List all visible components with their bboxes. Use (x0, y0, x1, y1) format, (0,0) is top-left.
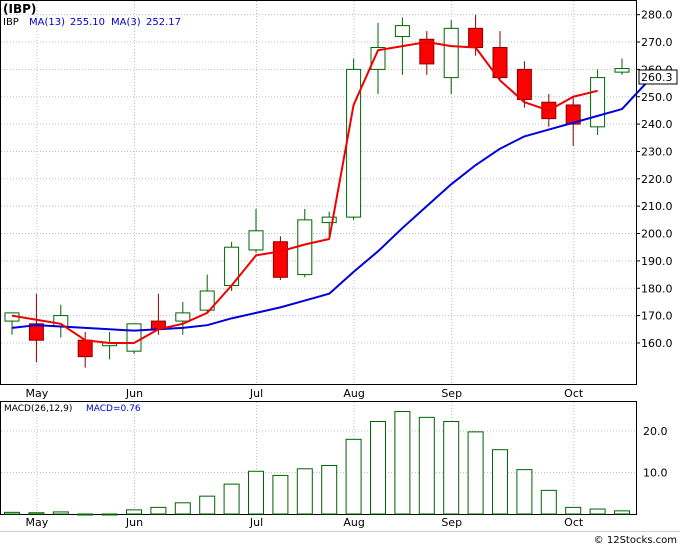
macd-bar (174, 502, 191, 515)
candle-body (175, 312, 191, 322)
macd-bar (126, 509, 142, 515)
price-tick-label: 170.0 (641, 310, 673, 323)
macd-bar (272, 474, 289, 515)
macd-bar (223, 483, 240, 515)
macd-tick-label: 10.0 (643, 467, 668, 480)
macd-month-label: Jul (249, 516, 263, 529)
macd-bar (516, 469, 533, 515)
price-tick-label: 160.0 (641, 337, 673, 350)
price-tick-label: 240.0 (641, 118, 673, 131)
candle-body (614, 68, 630, 73)
price-tick-label: 180.0 (641, 282, 673, 295)
macd-bar (52, 511, 69, 515)
macd-bar (589, 508, 606, 515)
legend-ma13-value: 255.10 (70, 17, 105, 28)
macd-bar (492, 449, 508, 515)
stock-chart: 160.0 170.0 180.0 190.0 200.0 210.0 220.0 230.0… (0, 0, 680, 546)
macd-bar (296, 468, 313, 515)
macd-bar (394, 411, 411, 515)
macd-month-label: Sep (441, 516, 462, 529)
price-panel (0, 0, 637, 385)
price-month-label: Aug (343, 387, 364, 400)
macd-label: MACD(26,12,9) (4, 404, 72, 414)
candle-body (443, 27, 459, 79)
candle-body (126, 323, 142, 352)
candle-body (297, 219, 313, 276)
macd-bar (540, 489, 557, 515)
price-tick-label: 280.0 (641, 9, 673, 22)
macd-month-label: May (26, 516, 49, 529)
candle-body (468, 27, 484, 49)
price-tick-label: 230.0 (641, 145, 673, 158)
price-tick-label: 190.0 (641, 255, 673, 268)
price-tick-label: 210.0 (641, 200, 673, 213)
price-tick-label: 200.0 (641, 228, 673, 241)
price-month-label: Jun (125, 387, 143, 400)
macd-bar (248, 470, 264, 515)
price-month-label: Oct (564, 387, 584, 400)
chart-svg: 160.0 170.0 180.0 190.0 200.0 210.0 220.0 230.0… (0, 0, 680, 546)
legend-ma3-label: MA(3) (111, 17, 141, 28)
candle-body (394, 25, 410, 38)
macd-bar (614, 510, 630, 515)
macd-bar (345, 438, 362, 515)
macd-bar (467, 431, 484, 515)
candle-body (321, 216, 337, 224)
price-tick-label: 220.0 (641, 173, 673, 186)
candle-body (590, 77, 606, 128)
price-tick-label: 270.0 (641, 36, 673, 49)
macd-bar (77, 513, 94, 516)
macd-bar (321, 464, 338, 515)
legend-ma3-value: 252.17 (146, 17, 181, 28)
candle-body (77, 339, 93, 358)
candle-body (516, 68, 532, 100)
macd-bar (28, 512, 45, 515)
macd-bar (4, 511, 20, 515)
price-month-label: Jul (249, 387, 263, 400)
price-month-label: May (26, 387, 49, 400)
macd-bar (418, 416, 435, 515)
candle-body (272, 241, 288, 278)
macd-tick-label: 20.0 (643, 425, 668, 438)
last-price-label: 260.3 (641, 71, 673, 84)
candle-body (248, 230, 264, 251)
macd-value-label: MACD=0.76 (86, 404, 141, 414)
macd-month-label: Aug (343, 516, 364, 529)
macd-month-label: Oct (564, 516, 584, 529)
symbol-title: (IBP) (3, 2, 36, 16)
copyright-footer: © 12Stocks.com (594, 535, 677, 546)
macd-bar (101, 513, 118, 516)
macd-bar (150, 506, 167, 515)
macd-bar (199, 495, 216, 515)
macd-month-label: Jun (125, 516, 143, 529)
macd-bar (565, 506, 582, 515)
price-tick-label: 250.0 (641, 91, 673, 104)
legend-ma13-label: MA(13) (29, 17, 65, 28)
legend-ibp: IBP (3, 17, 19, 28)
macd-bar (443, 420, 460, 515)
price-month-label: Sep (441, 387, 462, 400)
macd-bar (370, 420, 386, 515)
